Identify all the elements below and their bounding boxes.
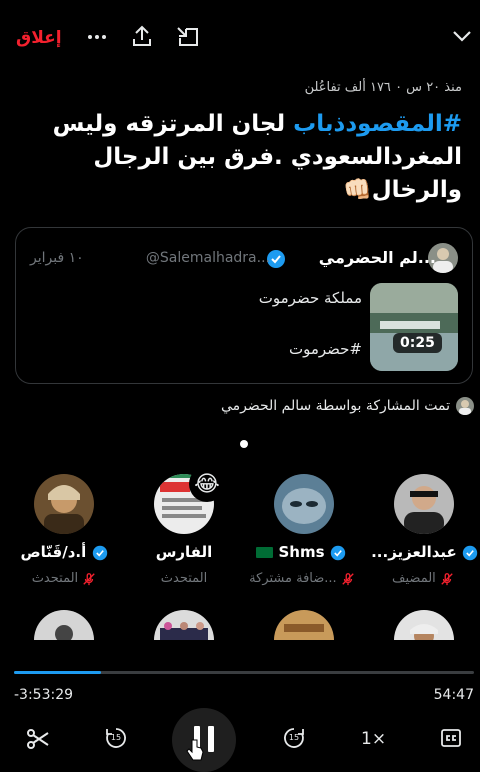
participant-avatar-partial[interactable] <box>274 610 334 640</box>
more-dots-icon[interactable] <box>86 28 108 46</box>
minimize-icon[interactable] <box>176 26 200 48</box>
captions-icon[interactable] <box>440 728 462 748</box>
title-hashtag[interactable]: #المقصودذباب <box>293 111 462 137</box>
mic-muted-icon <box>342 572 354 585</box>
participant-avatar[interactable] <box>34 474 94 534</box>
card-author-name: ...لم الحضرمي <box>318 248 436 267</box>
card-video-thumbnail[interactable] <box>370 283 458 371</box>
space-meta: منذ ٢٠ س ٠ ١٧٦ ألف تفاعُلن <box>304 80 462 95</box>
remaining-time: -3:53:29 <box>14 687 74 703</box>
playback-speed[interactable]: 1× <box>361 729 386 749</box>
participant-avatar[interactable] <box>394 474 454 534</box>
card-text-line2: #حضرموت <box>288 340 362 358</box>
shared-by-text: تمت المشاركة بواسطة سالم الحضرمي <box>220 398 450 414</box>
shared-by: تمت المشاركة بواسطة سالم الحضرمي <box>221 397 474 415</box>
participant-name: عبدالعزيز... <box>371 543 478 561</box>
page-indicator-dot <box>240 440 248 448</box>
participant-avatar-partial[interactable] <box>34 610 94 640</box>
participant-avatar-partial[interactable] <box>154 610 214 640</box>
participant-name: الفارس <box>155 543 213 561</box>
elapsed-time: 54:47 <box>433 687 474 703</box>
participant-role: المتحدث <box>160 571 208 586</box>
space-title: #المقصودذباب لجان المرتزقه وليس المغردال… <box>22 108 462 207</box>
participant-avatar-partial[interactable] <box>394 610 454 640</box>
clip-scissors-icon[interactable] <box>26 728 50 750</box>
share-upload-icon[interactable] <box>131 24 153 48</box>
shared-by-avatar <box>456 397 474 415</box>
participant-role: ...ضافة مشتركة <box>244 571 360 586</box>
participant-name: Shms <box>246 543 356 561</box>
video-duration: 0:25 <box>393 333 442 353</box>
verified-icon <box>330 545 345 560</box>
card-handle: @Salemalhadra... <box>145 250 270 266</box>
participant-role: المضيف <box>378 571 468 586</box>
mouse-cursor-icon <box>186 738 204 762</box>
rewind-label: 15 <box>110 733 122 742</box>
close-button[interactable]: إعلاق <box>16 28 62 48</box>
reaction-emoji: 😂 <box>189 466 225 502</box>
mic-muted-icon <box>83 572 96 585</box>
pause-button[interactable] <box>172 708 236 772</box>
participant-role: المتحدث <box>14 571 114 586</box>
card-text-line1: مملكة حضرموت <box>258 289 362 307</box>
mic-muted-icon <box>441 572 453 585</box>
participant-avatar[interactable] <box>274 474 334 534</box>
saudi-flag-icon <box>256 547 274 558</box>
participant-name: أ.د/قَنّاص <box>10 543 118 561</box>
card-date: ١٠ فبراير <box>30 250 84 266</box>
verified-icon <box>92 545 107 560</box>
forward-label: 15 <box>288 733 300 742</box>
verified-icon <box>462 545 478 560</box>
top-bar <box>0 0 480 70</box>
progress-fill <box>14 671 102 674</box>
chevron-down-icon[interactable] <box>451 27 473 45</box>
